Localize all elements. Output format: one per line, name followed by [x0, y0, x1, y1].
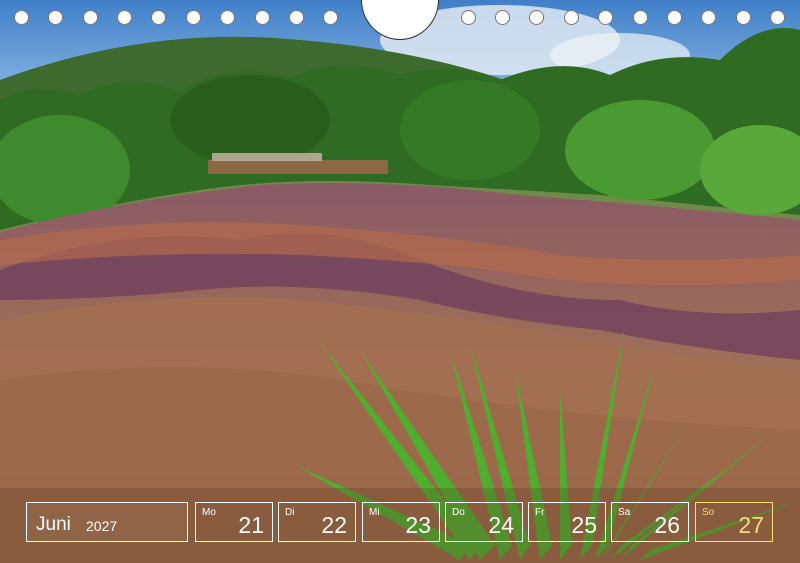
- weekday-label: Do: [452, 507, 465, 518]
- hanger-cutout: [361, 0, 439, 40]
- weekday-label: So: [702, 507, 715, 518]
- binding-hole: [736, 10, 751, 25]
- tree-crown: [400, 80, 540, 180]
- day-number: 27: [738, 512, 764, 538]
- binding-hole: [255, 10, 270, 25]
- day-cell: Mi 23: [362, 502, 440, 542]
- day-cell: Di 22: [278, 502, 356, 542]
- month-year: 2027: [86, 518, 118, 534]
- binding-hole: [461, 10, 476, 25]
- day-number: 21: [238, 512, 264, 538]
- month-name: Juni: [36, 514, 71, 535]
- binding-hole: [529, 10, 544, 25]
- weekday-label: Mo: [202, 507, 216, 518]
- binding-hole: [633, 10, 648, 25]
- day-number: 25: [571, 512, 597, 538]
- day-number: 26: [654, 512, 680, 538]
- binding-hole: [117, 10, 132, 25]
- day-cell: Sa 26: [611, 502, 689, 542]
- binding-hole: [48, 10, 63, 25]
- binding-hole: [598, 10, 613, 25]
- binding-hole: [495, 10, 510, 25]
- day-number: 23: [405, 512, 431, 538]
- binding-hole: [564, 10, 579, 25]
- weekday-label: Di: [285, 507, 295, 518]
- binding-hole: [701, 10, 716, 25]
- binding-hole: [667, 10, 682, 25]
- tree-crown: [565, 100, 715, 200]
- binding-hole: [289, 10, 304, 25]
- month-label: Juni 2027: [26, 502, 188, 542]
- weekday-label: Sa: [618, 507, 631, 518]
- day-cell-sunday: So 27: [695, 502, 773, 542]
- binding-hole: [83, 10, 98, 25]
- visitors: [212, 153, 322, 161]
- binding-hole: [14, 10, 29, 25]
- weekday-label: Mi: [369, 507, 380, 518]
- binding-hole: [220, 10, 235, 25]
- wire-binding: [0, 0, 800, 40]
- day-cell: Mo 21: [195, 502, 273, 542]
- weekday-label: Fr: [535, 507, 545, 518]
- landscape-photo: [0, 0, 800, 563]
- binding-hole: [151, 10, 166, 25]
- binding-hole: [323, 10, 338, 25]
- binding-hole: [770, 10, 785, 25]
- tree-crown: [170, 75, 330, 165]
- day-cell: Do 24: [445, 502, 523, 542]
- viewing-platform: [208, 160, 388, 174]
- day-number: 24: [488, 512, 514, 538]
- binding-hole: [186, 10, 201, 25]
- day-cell: Fr 25: [528, 502, 606, 542]
- day-number: 22: [321, 512, 347, 538]
